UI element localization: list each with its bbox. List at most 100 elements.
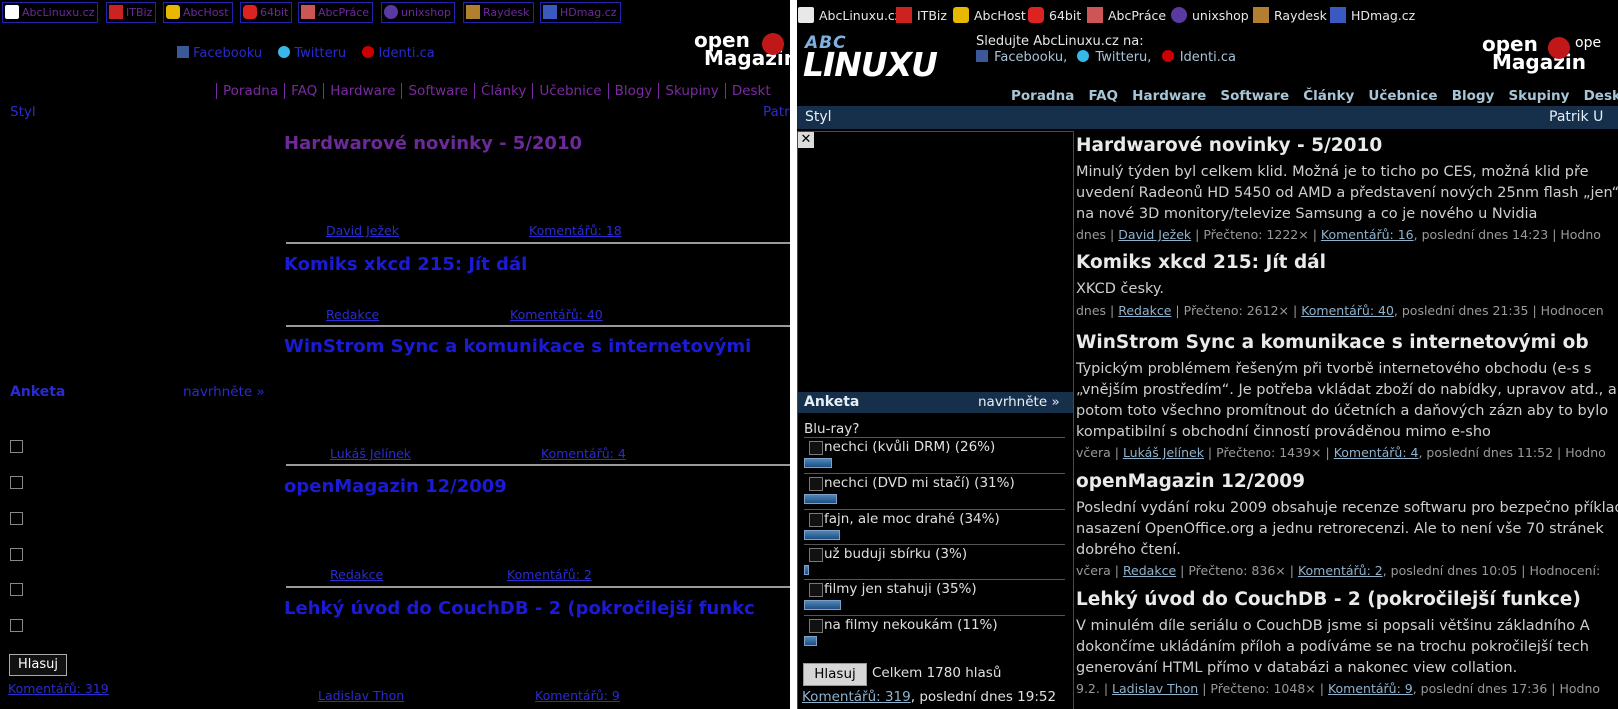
left-menu-clanky[interactable]: Články xyxy=(474,83,533,99)
menu-clanky[interactable]: Články xyxy=(1303,88,1354,104)
article-perex: XKCD česky. xyxy=(1076,281,1164,297)
left-bookmark-abcprace[interactable]: AbcPráce xyxy=(298,2,374,23)
article-author-link[interactable]: Ladislav Thon xyxy=(1112,681,1198,696)
poll-checkbox[interactable] xyxy=(809,513,823,527)
left-article-title-1[interactable]: Hardwarové novinky - 5/2010 xyxy=(284,133,582,154)
article-author-link[interactable]: David Ježek xyxy=(1118,227,1191,242)
article-comments-link[interactable]: Komentářů: 40 xyxy=(1301,303,1394,318)
left-bookmark-abchost[interactable]: AbcHost xyxy=(163,2,233,23)
left-bookmark-abclinuxu[interactable]: AbcLinuxu.cz xyxy=(2,2,99,23)
article-author-link[interactable]: Lukáš Jelínek xyxy=(1123,445,1204,460)
poll-comments-link[interactable]: Komentářů: 319 xyxy=(802,689,911,705)
bookmark-abclinuxu[interactable]: AbcLinuxu.cz xyxy=(798,7,901,23)
left-article-author-1[interactable]: David Ježek xyxy=(326,223,399,238)
left-article-comments-2[interactable]: Komentářů: 40 xyxy=(510,307,603,322)
left-article-comments-1[interactable]: Komentářů: 18 xyxy=(529,223,622,238)
menu-ucebnice[interactable]: Učebnice xyxy=(1368,88,1437,104)
left-style-link[interactable]: Styl xyxy=(10,104,36,120)
left-poll-checkbox[interactable] xyxy=(10,619,23,632)
left-article-title-2[interactable]: Komiks xkcd 215: Jít dál xyxy=(284,254,527,275)
user-link[interactable]: Patrik U xyxy=(1549,109,1603,125)
article-comments-link[interactable]: Komentářů: 2 xyxy=(1298,563,1383,578)
article-title[interactable]: WinStrom Sync a komunikace s internetový… xyxy=(1076,332,1589,353)
left-bookmark-64bit[interactable]: 64bit xyxy=(240,2,293,23)
menu-poradna[interactable]: Poradna xyxy=(1011,88,1074,104)
article-comments-link[interactable]: Komentářů: 4 xyxy=(1334,445,1419,460)
left-menu-desktopy[interactable]: Deskt xyxy=(724,83,777,99)
left-twitter-link[interactable]: Twitteru xyxy=(294,46,346,61)
twitter-link[interactable]: Twitteru, xyxy=(1095,50,1151,65)
left-poll-checkbox[interactable] xyxy=(10,440,23,453)
left-menu-software[interactable]: Software xyxy=(401,83,474,99)
left-article-title-5[interactable]: Lehký úvod do CouchDB - 2 (pokročilejší … xyxy=(284,598,755,619)
poll-header: Anketa navrhněte » xyxy=(798,392,1073,413)
left-user-link[interactable]: Patr xyxy=(763,104,790,120)
poll-checkbox[interactable] xyxy=(809,548,823,562)
left-article-author-5[interactable]: Ladislav Thon xyxy=(318,688,404,703)
left-poll-suggest-link[interactable]: navrhněte » xyxy=(183,384,265,400)
article-title[interactable]: Hardwarové novinky - 5/2010 xyxy=(1076,135,1382,156)
left-social-links: Facebooku Twitteru Identi.ca xyxy=(177,46,435,61)
left-menu-faq[interactable]: FAQ xyxy=(284,83,324,99)
left-article-comments-3[interactable]: Komentářů: 4 xyxy=(541,446,626,461)
left-poll-checkbox[interactable] xyxy=(10,512,23,525)
left-openmagazin-logo[interactable]: open Magazin xyxy=(694,30,790,75)
left-article-comments-5[interactable]: Komentářů: 9 xyxy=(535,688,620,703)
menu-hardware[interactable]: Hardware xyxy=(1132,88,1206,104)
menu-desktopy[interactable]: Desktopy xyxy=(1584,88,1618,104)
left-article-comments-4[interactable]: Komentářů: 2 xyxy=(507,567,592,582)
poll-checkbox[interactable] xyxy=(809,583,823,597)
bookmark-raydesk[interactable]: Raydesk xyxy=(1253,7,1327,23)
menu-faq[interactable]: FAQ xyxy=(1088,88,1118,104)
facebook-link[interactable]: Facebooku, xyxy=(994,50,1067,65)
bookmark-abcprace[interactable]: AbcPráce xyxy=(1087,7,1166,23)
openmagazin-logo[interactable]: open Magazin xyxy=(1482,34,1586,79)
left-article-title-4[interactable]: openMagazin 12/2009 xyxy=(284,476,507,497)
article-title[interactable]: Komiks xkcd 215: Jít dál xyxy=(1076,252,1326,273)
left-article-title-3[interactable]: WinStrom Sync a komunikace s internetový… xyxy=(284,336,751,357)
left-bookmark-hdmag[interactable]: HDmag.cz xyxy=(540,2,621,23)
menu-software[interactable]: Software xyxy=(1220,88,1289,104)
left-poll-checkbox[interactable] xyxy=(10,548,23,561)
article-author-link[interactable]: Redakce xyxy=(1118,303,1171,318)
bookmark-hdmag[interactable]: HDmag.cz xyxy=(1330,7,1415,23)
abclinuxu-logo[interactable]: ABC LINUXU xyxy=(803,33,938,84)
openmagazin-logo-cut[interactable]: ope xyxy=(1575,35,1601,51)
left-article-author-4[interactable]: Redakce xyxy=(330,567,383,582)
menu-skupiny[interactable]: Skupiny xyxy=(1508,88,1569,104)
left-poll-checkbox[interactable] xyxy=(10,583,23,596)
left-poll-checkbox[interactable] xyxy=(10,476,23,489)
article-comments-link[interactable]: Komentářů: 16 xyxy=(1321,227,1414,242)
left-facebook-link[interactable]: Facebooku xyxy=(193,46,262,61)
left-menu-blogy[interactable]: Blogy xyxy=(607,83,659,99)
article-comments-link[interactable]: Komentářů: 9 xyxy=(1328,681,1413,696)
left-menu-hardware[interactable]: Hardware xyxy=(323,83,402,99)
identica-link[interactable]: Identi.ca xyxy=(1180,50,1236,65)
left-article-author-2[interactable]: Redakce xyxy=(326,307,379,322)
left-article-author-3[interactable]: Lukáš Jelínek xyxy=(330,446,411,461)
bookmark-unixshop[interactable]: unixshop xyxy=(1171,7,1249,23)
poll-checkbox[interactable] xyxy=(809,619,823,633)
left-menu-poradna[interactable]: Poradna xyxy=(216,83,285,99)
bookmark-abchost[interactable]: AbcHost xyxy=(953,7,1026,23)
left-vote-button[interactable]: Hlasuj xyxy=(9,654,67,676)
vote-button[interactable]: Hlasuj xyxy=(803,663,867,686)
left-menu-skupiny[interactable]: Skupiny xyxy=(658,83,725,99)
left-bookmark-unixshop[interactable]: unixshop xyxy=(381,2,455,23)
left-bookmark-raydesk[interactable]: Raydesk xyxy=(463,2,534,23)
left-menu-ucebnice[interactable]: Učebnice xyxy=(532,83,608,99)
menu-blogy[interactable]: Blogy xyxy=(1452,88,1495,104)
poll-suggest-link[interactable]: navrhněte » xyxy=(978,394,1060,410)
bookmark-itbiz[interactable]: ITBiz xyxy=(896,7,947,23)
poll-checkbox[interactable] xyxy=(809,441,823,455)
poll-checkbox[interactable] xyxy=(809,477,823,491)
style-link[interactable]: Styl xyxy=(805,109,832,125)
article-title[interactable]: Lehký úvod do CouchDB - 2 (pokročilejší … xyxy=(1076,589,1581,610)
left-bookmark-itbiz[interactable]: ITBiz xyxy=(106,2,157,23)
left-poll-comments-link[interactable]: Komentářů: 319 xyxy=(8,681,109,696)
article-author-link[interactable]: Redakce xyxy=(1123,563,1176,578)
bookmark-64bit[interactable]: 64bit xyxy=(1028,7,1081,23)
left-identica-link[interactable]: Identi.ca xyxy=(378,46,434,61)
close-icon[interactable]: ✕ xyxy=(798,132,814,148)
article-title[interactable]: openMagazin 12/2009 xyxy=(1076,471,1305,492)
